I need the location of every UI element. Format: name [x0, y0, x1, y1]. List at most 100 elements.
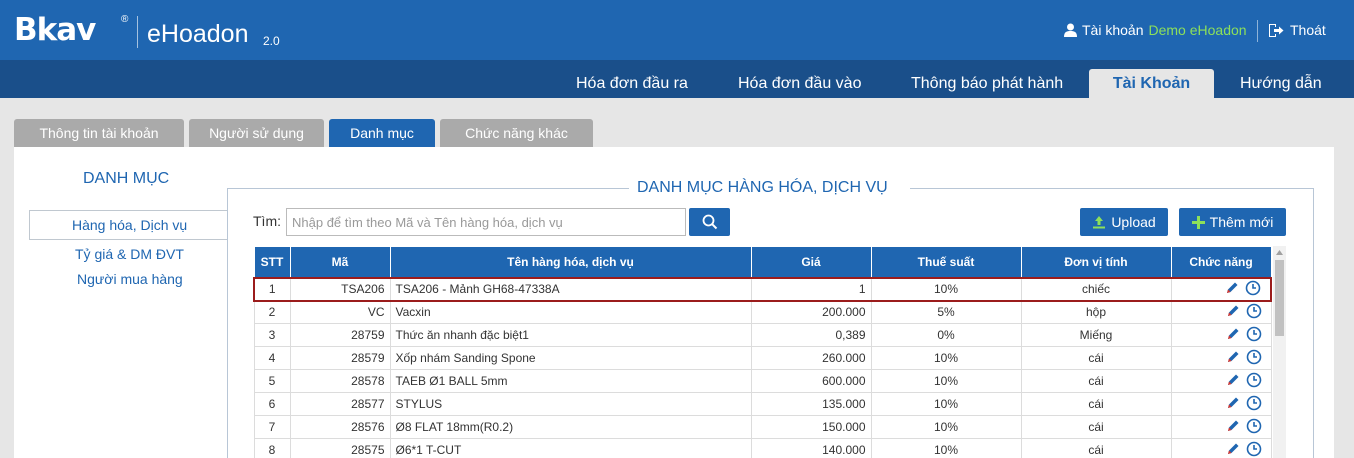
search-input[interactable]: [286, 208, 686, 236]
main-nav: Hóa đơn đầu ra Hóa đơn đầu vào Thông báo…: [0, 60, 1354, 98]
account-link[interactable]: Tài khoản Demo eHoadon: [1064, 22, 1247, 38]
user-icon: [1064, 23, 1077, 37]
fieldset-border-left: [227, 188, 228, 458]
cell-stt: 5: [253, 369, 291, 393]
fieldset-border-right: [1313, 188, 1314, 458]
add-new-button[interactable]: Thêm mới: [1179, 208, 1286, 236]
edit-icon[interactable]: [1226, 373, 1240, 390]
cell-gia: 260.000: [750, 346, 872, 370]
cell-thue: 5%: [870, 300, 1022, 324]
table-row[interactable]: 6 28577 STYLUS 135.000 10% cái: [253, 392, 1272, 416]
upload-label: Upload: [1111, 214, 1156, 230]
logout-button[interactable]: Thoát: [1268, 22, 1326, 38]
cell-ten: STYLUS: [389, 392, 752, 416]
cell-stt: 2: [253, 300, 291, 324]
table-row[interactable]: 1 TSA206 TSA206 - Mảnh GH68-47338A 1 10% chiế…: [253, 276, 1272, 302]
col-header-ten: Tên hàng hóa, dịch vụ: [389, 246, 752, 278]
left-menu-item-nguoi-mua-hang[interactable]: Người mua hàng: [77, 271, 183, 287]
tab-chuc-nang-khac[interactable]: Chức năng khác: [440, 119, 593, 147]
upload-icon: [1093, 216, 1106, 229]
table-row[interactable]: 2 VC Vacxin 200.000 5% hộp: [253, 300, 1272, 324]
cell-ten: Xốp nhám Sanding Spone: [389, 346, 752, 370]
cell-dvt: chiếc: [1020, 276, 1172, 302]
search-label: Tìm:: [253, 213, 281, 229]
edit-icon[interactable]: [1226, 350, 1240, 367]
cell-thue: 10%: [870, 415, 1022, 439]
table-row[interactable]: 7 28576 Ø8 FLAT 18mm(R0.2) 150.000 10% cái: [253, 415, 1272, 439]
cell-thue: 10%: [870, 369, 1022, 393]
cell-actions: [1170, 392, 1272, 416]
history-icon[interactable]: [1246, 326, 1262, 345]
edit-icon[interactable]: [1226, 396, 1240, 413]
cell-dvt: Miếng: [1020, 323, 1172, 347]
cell-ma: 28578: [289, 369, 391, 393]
cell-gia: 135.000: [750, 392, 872, 416]
logout-icon: [1269, 23, 1284, 37]
nav-item-hoa-don-dau-ra[interactable]: Hóa đơn đầu ra: [576, 69, 688, 98]
cell-ma: VC: [289, 300, 391, 324]
cell-actions: [1170, 276, 1272, 302]
history-icon[interactable]: [1246, 418, 1262, 437]
cell-thue: 10%: [870, 276, 1022, 302]
nav-item-hoa-don-dau-vao[interactable]: Hóa đơn đầu vào: [738, 69, 861, 98]
nav-item-tai-khoan[interactable]: Tài Khoản: [1089, 69, 1214, 98]
cell-ma: 28576: [289, 415, 391, 439]
logout-label: Thoát: [1290, 22, 1326, 38]
cell-actions: [1170, 323, 1272, 347]
cell-stt: 6: [253, 392, 291, 416]
cell-thue: 10%: [870, 392, 1022, 416]
cell-actions: [1170, 346, 1272, 370]
tab-thong-tin-tai-khoan[interactable]: Thông tin tài khoản: [14, 119, 184, 147]
cell-stt: 1: [253, 276, 291, 302]
tab-nguoi-su-dung[interactable]: Người sử dụng: [189, 119, 324, 147]
history-icon[interactable]: [1246, 349, 1262, 368]
table-row[interactable]: 4 28579 Xốp nhám Sanding Spone 260.000 10% cá…: [253, 346, 1272, 370]
account-username: Demo eHoadon: [1148, 22, 1247, 38]
nav-item-huong-dan[interactable]: Hướng dẫn: [1240, 69, 1322, 98]
tab-danh-muc[interactable]: Danh mục: [329, 119, 435, 147]
search-icon: [702, 214, 717, 230]
edit-icon[interactable]: [1226, 442, 1240, 458]
cell-actions: [1170, 438, 1272, 458]
nav-item-thong-bao-phat-hanh[interactable]: Thông báo phát hành: [911, 69, 1063, 98]
search-button[interactable]: [689, 208, 730, 236]
edit-icon[interactable]: [1225, 281, 1239, 298]
history-icon[interactable]: [1246, 395, 1262, 414]
cell-dvt: cái: [1020, 346, 1172, 370]
bkav-logo[interactable]: Bkav: [14, 12, 96, 48]
col-header-chuc-nang: Chức năng: [1170, 246, 1272, 278]
cell-thue: 10%: [870, 438, 1022, 458]
history-icon[interactable]: [1246, 303, 1262, 322]
edit-icon[interactable]: [1226, 304, 1240, 321]
col-header-stt: STT: [253, 246, 291, 278]
history-icon[interactable]: [1245, 280, 1261, 299]
table-row[interactable]: 3 28759 Thức ăn nhanh đặc biệt1 0,389 0% Miến…: [253, 323, 1272, 347]
cell-ma: 28575: [289, 438, 391, 458]
section-title: DANH MỤC HÀNG HÓA, DỊCH VỤ: [637, 179, 888, 196]
cell-ten: TSA206 - Mảnh GH68-47338A: [389, 276, 752, 302]
left-menu-item-hang-hoa[interactable]: Hàng hóa, Dịch vụ: [29, 210, 227, 240]
history-icon[interactable]: [1246, 372, 1262, 391]
history-icon[interactable]: [1246, 441, 1262, 458]
scrollbar-thumb[interactable]: [1275, 260, 1284, 336]
table-row[interactable]: 5 28578 TAEB Ø1 BALL 5mm 600.000 10% cái: [253, 369, 1272, 393]
cell-ma: 28577: [289, 392, 391, 416]
edit-icon[interactable]: [1226, 419, 1240, 436]
table-row[interactable]: 8 28575 Ø6*1 T-CUT 140.000 10% cái: [253, 438, 1272, 458]
cell-stt: 8: [253, 438, 291, 458]
cell-actions: [1170, 369, 1272, 393]
cell-dvt: cái: [1020, 369, 1172, 393]
logo-divider: [137, 16, 138, 48]
cell-gia: 150.000: [750, 415, 872, 439]
cell-dvt: cái: [1020, 392, 1172, 416]
col-header-ma: Mã: [289, 246, 391, 278]
registered-mark: ®: [121, 14, 129, 25]
left-menu-item-ty-gia[interactable]: Tỷ giá & DM ĐVT: [75, 246, 184, 262]
cell-gia: 200.000: [750, 300, 872, 324]
cell-stt: 7: [253, 415, 291, 439]
upload-button[interactable]: Upload: [1080, 208, 1168, 236]
app-header: Bkav ® eHoadon 2.0 Tài khoản Demo eHoado…: [0, 0, 1354, 60]
scroll-up-arrow[interactable]: [1273, 246, 1286, 259]
edit-icon[interactable]: [1226, 327, 1240, 344]
left-menu-title: DANH MỤC: [83, 170, 170, 187]
